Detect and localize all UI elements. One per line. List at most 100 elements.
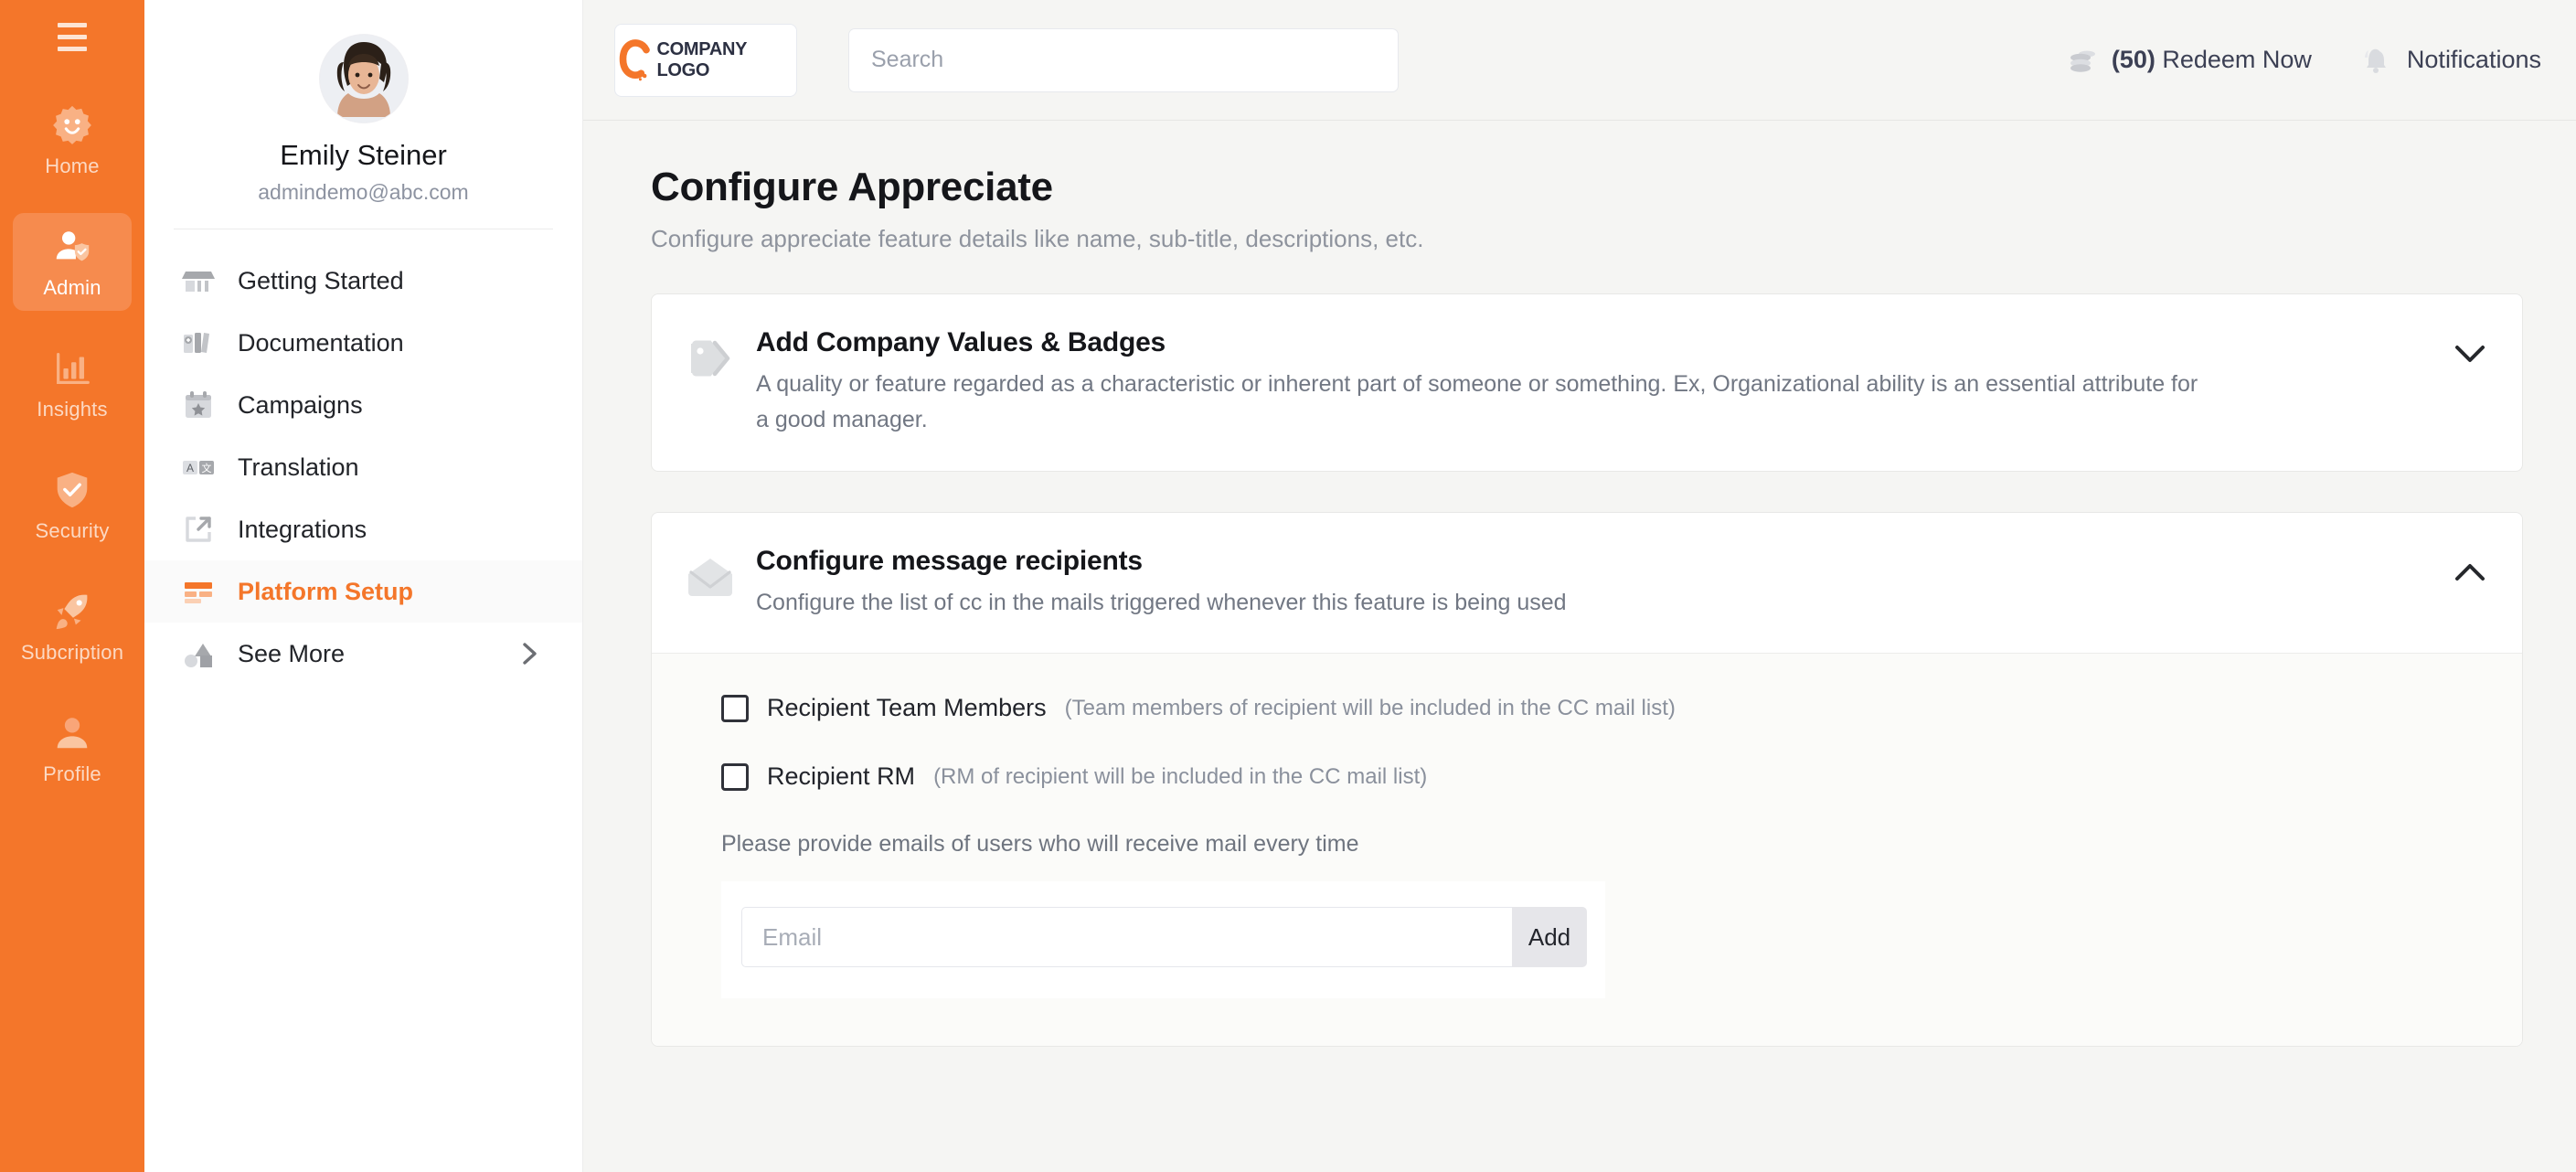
card-body-recipients: Recipient Team Members (Team members of … — [652, 653, 2522, 1047]
bar-chart-icon — [57, 353, 90, 384]
company-logo[interactable]: COMPANY LOGO — [614, 23, 797, 97]
checkbox-recipient-rm[interactable]: Recipient RM (RM of recipient will be in… — [721, 762, 2486, 791]
rail-item-profile[interactable]: Profile — [13, 699, 132, 797]
checkbox-recipient-team-members[interactable]: Recipient Team Members (Team members of … — [721, 694, 2486, 722]
card-company-values: Add Company Values & Badges A quality or… — [651, 293, 2523, 472]
shield-check-icon — [57, 472, 88, 508]
app-root: Home Admin Insights Security Subcription… — [0, 0, 2576, 1172]
checkbox-hint: (RM of recipient will be included in the… — [933, 763, 1428, 789]
page-content: Configure Appreciate Configure appreciat… — [583, 121, 2576, 1172]
rail-item-security[interactable]: Security — [13, 456, 132, 554]
user-shield-icon — [56, 231, 90, 261]
checkbox-box[interactable] — [721, 694, 749, 722]
search-input[interactable] — [848, 27, 1399, 92]
email-input[interactable] — [741, 907, 1512, 968]
sidebar-item-label: Platform Setup — [238, 577, 414, 605]
sidebar-profile: Emily Steiner admindemo@abc.com — [144, 0, 582, 229]
card-header[interactable]: Configure message recipients Configure t… — [652, 513, 2522, 654]
card-text: Configure message recipients Configure t… — [756, 546, 2436, 621]
page-subtitle: Configure appreciate feature details lik… — [651, 225, 1424, 252]
user-icon — [57, 718, 88, 749]
sidebar-item-label: Integrations — [238, 515, 367, 543]
rocket-icon — [56, 594, 88, 630]
sidebar-item-label: Translation — [238, 453, 359, 481]
shapes-icon — [185, 644, 212, 667]
company-logo-text: COMPANY LOGO — [656, 38, 748, 80]
redeem-text: Redeem Now — [2162, 46, 2312, 73]
storefront-icon — [182, 272, 215, 292]
redeem-now-button[interactable]: (50) Redeem Now — [2068, 45, 2312, 76]
coins-icon — [2070, 50, 2095, 72]
card-title: Add Company Values & Badges — [756, 327, 1166, 357]
email-panel: Add — [721, 881, 1605, 999]
sidebar-menu: Getting Started Documentation Campaigns … — [144, 229, 582, 685]
bell-icon — [2364, 48, 2386, 73]
page-title: Configure Appreciate — [651, 165, 1053, 209]
checkbox-hint: (Team members of recipient will be inclu… — [1064, 695, 1676, 720]
sidebar-item-getting-started[interactable]: Getting Started — [144, 250, 582, 312]
sidebar-item-documentation[interactable]: Documentation — [144, 312, 582, 374]
rail-item-home[interactable]: Home — [13, 91, 132, 189]
hamburger-bar — [58, 34, 87, 39]
avatar — [319, 35, 408, 123]
rail-item-label: Admin — [43, 276, 101, 299]
notifications-button[interactable]: Notifications — [2363, 45, 2541, 76]
rail-item-label: Insights — [37, 398, 108, 421]
hamburger-bar — [58, 22, 87, 27]
open-envelope-icon — [688, 558, 732, 596]
rail-item-label: Profile — [43, 762, 101, 785]
rail-item-subcription[interactable]: Subcription — [13, 578, 132, 676]
email-input-row: Add — [741, 907, 1587, 968]
layout-blocks-icon — [185, 582, 212, 603]
header-actions: (50) Redeem Now Notifications — [2068, 45, 2541, 76]
rail-item-label: Subcription — [20, 641, 124, 664]
sidebar-item-label: See More — [238, 639, 346, 667]
search-box — [848, 27, 1399, 92]
badge-smiley-icon — [53, 105, 91, 144]
email-note: Please provide emails of users who will … — [721, 831, 1359, 858]
card-text: Add Company Values & Badges A quality or… — [756, 327, 2436, 438]
card-title: Configure message recipients — [756, 545, 1143, 576]
redeem-now-label: (50) Redeem Now — [2112, 46, 2312, 74]
add-email-button[interactable]: Add — [1512, 907, 1587, 968]
sidebar-item-integrations[interactable]: Integrations — [144, 498, 582, 560]
company-c-logo-icon — [619, 38, 650, 80]
external-link-icon — [186, 517, 211, 542]
card-description: Configure the list of cc in the mails tr… — [756, 589, 1567, 615]
sidebar-item-label: Documentation — [238, 328, 404, 357]
checkbox-label: Recipient Team Members — [767, 694, 1047, 722]
sidebar-item-translation[interactable]: A 文 Translation — [144, 436, 582, 498]
main-area: COMPANY LOGO (50) Redeem Now — [583, 0, 2576, 1172]
sidebar-item-campaigns[interactable]: Campaigns — [144, 374, 582, 436]
sidebar-item-label: Getting Started — [238, 266, 404, 294]
redeem-count: (50) — [2111, 46, 2156, 73]
hamburger-bar — [58, 46, 87, 51]
books-icon — [184, 333, 209, 353]
chevron-up-icon[interactable] — [2454, 562, 2486, 582]
card-message-recipients: Configure message recipients Configure t… — [651, 511, 2523, 1048]
rail-item-insights[interactable]: Insights — [13, 335, 132, 432]
profile-name: Emily Steiner — [280, 139, 447, 171]
rail-item-label: Home — [45, 154, 100, 177]
card-header[interactable]: Add Company Values & Badges A quality or… — [652, 294, 2522, 471]
chevron-right-icon[interactable] — [518, 640, 542, 667]
secondary-sidebar: Emily Steiner admindemo@abc.com Getting … — [144, 0, 583, 1172]
calendar-star-icon — [186, 391, 211, 418]
svg-text:文: 文 — [202, 462, 212, 474]
rail-item-admin[interactable]: Admin — [13, 213, 132, 311]
checkbox-label: Recipient RM — [767, 762, 916, 791]
hamburger-icon[interactable] — [48, 16, 96, 57]
checkbox-box[interactable] — [721, 762, 749, 791]
notifications-label: Notifications — [2406, 46, 2541, 73]
primary-rail: Home Admin Insights Security Subcription… — [0, 0, 144, 1172]
tags-icon — [691, 340, 730, 377]
rail-item-label: Security — [35, 519, 110, 542]
user-photo-avatar — [319, 35, 408, 123]
sidebar-item-platform-setup[interactable]: Platform Setup — [144, 560, 582, 623]
chevron-down-icon[interactable] — [2454, 344, 2486, 364]
sidebar-item-see-more[interactable]: See More — [144, 623, 582, 685]
card-description: A quality or feature regarded as a chara… — [756, 371, 2198, 432]
svg-text:A: A — [186, 462, 194, 474]
sidebar-item-label: Campaigns — [238, 390, 363, 419]
profile-email: admindemo@abc.com — [258, 180, 469, 204]
